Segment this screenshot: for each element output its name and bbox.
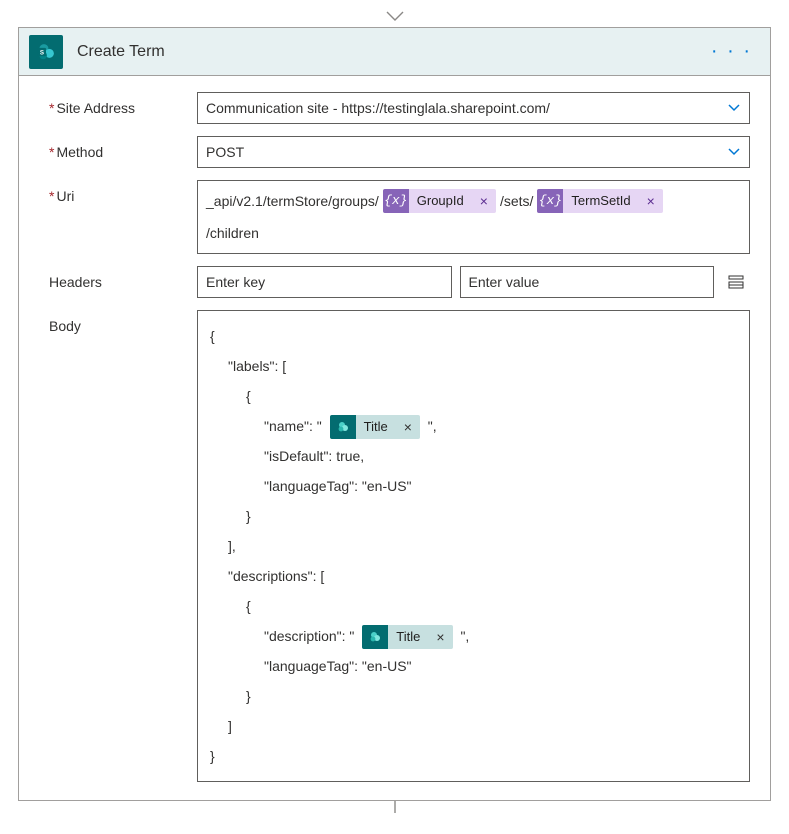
token-title[interactable]: Title × (330, 415, 420, 439)
token-groupid[interactable]: {x} GroupId × (383, 189, 496, 213)
chevron-down-icon (727, 145, 741, 159)
site-address-dropdown[interactable]: Communication site - https://testinglala… (197, 92, 750, 124)
remove-token-button[interactable]: × (472, 189, 496, 213)
expression-icon: {x} (537, 189, 563, 213)
label-uri: *Uri (49, 180, 179, 204)
action-menu-button[interactable]: · · · (703, 36, 760, 67)
label-site-address: *Site Address (49, 92, 179, 116)
svg-text:S: S (40, 49, 44, 56)
expression-icon: {x} (383, 189, 409, 213)
method-dropdown[interactable]: POST (197, 136, 750, 168)
label-method: *Method (49, 136, 179, 160)
remove-token-button[interactable]: × (428, 625, 452, 649)
sharepoint-icon (330, 415, 356, 439)
token-title[interactable]: Title × (362, 625, 452, 649)
label-body: Body (49, 310, 179, 334)
action-card: S Create Term · · · *Site Address Commun… (18, 27, 771, 801)
uri-input[interactable]: _api/v2.1/termStore/groups/ {x} GroupId … (197, 180, 750, 254)
sharepoint-icon (362, 625, 388, 649)
action-title[interactable]: Create Term (77, 43, 689, 61)
chevron-down-icon (727, 101, 741, 115)
header-key-input[interactable]: Enter key (197, 266, 452, 298)
flow-arrow-out (18, 800, 771, 816)
flow-arrow-in (18, 8, 771, 29)
remove-token-button[interactable]: × (639, 189, 663, 213)
remove-token-button[interactable]: × (396, 415, 420, 439)
body-input[interactable]: { "labels": [ { "name": " Title × ", "is… (197, 310, 750, 782)
token-termsetid[interactable]: {x} TermSetId × (537, 189, 662, 213)
header-value-input[interactable]: Enter value (460, 266, 715, 298)
label-headers: Headers (49, 266, 179, 290)
action-card-header[interactable]: S Create Term · · · (19, 28, 770, 76)
sharepoint-icon: S (29, 35, 63, 69)
switch-to-text-mode-button[interactable] (722, 268, 750, 296)
